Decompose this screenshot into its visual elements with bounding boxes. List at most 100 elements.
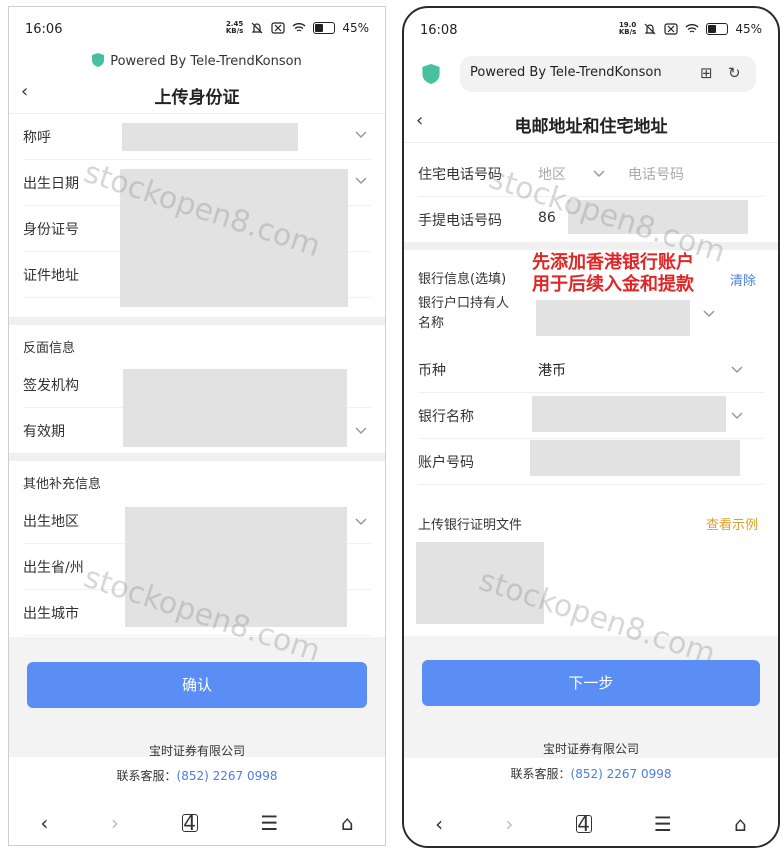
mute-icon: [251, 22, 263, 34]
browser-nav-bar: ‹ › 4 ☰ ⌂: [9, 801, 385, 845]
section-title: 其他补充信息: [23, 477, 102, 492]
menu-icon[interactable]: ☰: [260, 811, 278, 835]
battery-percent: 45%: [735, 22, 762, 36]
home-phone-input[interactable]: 电话号码: [628, 164, 684, 184]
sim-off-icon: [664, 23, 678, 35]
field-label: 签发机构: [23, 378, 79, 394]
left-screen: 16:06 2.45 KB/s 45% Powered By Tele-Trend…: [8, 6, 386, 846]
field-label: 出生城市: [23, 606, 79, 622]
annotation-line: 先添加香港银行账户: [532, 252, 694, 273]
customer-service: 联系客服：(852) 2267 0998: [9, 767, 385, 784]
chevron-down-icon[interactable]: [702, 306, 716, 320]
annotation-line: 用于后续入金和提款: [532, 274, 694, 295]
chevron-down-icon[interactable]: [354, 514, 368, 528]
field-currency[interactable]: 币种 港币: [418, 346, 764, 393]
section-title: 银行信息(选填): [418, 272, 507, 287]
battery-icon: [313, 22, 336, 34]
status-time: 16:06: [25, 22, 63, 37]
field-label: 账户号码: [418, 455, 474, 471]
reload-icon[interactable]: ↻: [728, 64, 741, 82]
bookmark-add-icon[interactable]: ⊞: [700, 64, 713, 82]
tabs-count-icon[interactable]: 4: [575, 814, 592, 834]
mobile-code[interactable]: 86: [538, 210, 556, 226]
field-label: 住宅电话号码: [418, 167, 502, 183]
page-header: ‹ 电邮地址和住宅地址: [404, 102, 778, 143]
page-title: 电邮地址和住宅地址: [514, 117, 668, 137]
nav-forward-icon[interactable]: ›: [111, 811, 119, 835]
browser-nav-bar: ‹ › 4 ☰ ⌂: [404, 802, 778, 846]
chevron-down-icon[interactable]: [592, 166, 606, 180]
upload-preview-redacted[interactable]: [416, 542, 544, 624]
service-phone-link[interactable]: (852) 2267 0998: [177, 769, 278, 783]
field-label: 证件地址: [23, 268, 79, 284]
powered-by-text: Powered By Tele-TrendKonson: [110, 54, 302, 69]
page-header: ‹ 上传身份证: [9, 73, 385, 114]
tabs-count-icon[interactable]: 4: [181, 813, 198, 833]
upload-label: 上传银行证明文件: [418, 518, 523, 533]
chevron-down-icon[interactable]: [354, 423, 368, 437]
shield-icon: [422, 64, 440, 84]
nav-back-icon[interactable]: ‹: [40, 811, 48, 835]
field-label: 银行名称: [418, 409, 474, 425]
nav-back-icon[interactable]: ‹: [435, 812, 443, 836]
currency-value: 港币: [538, 363, 566, 379]
sim-off-icon: [271, 22, 285, 34]
home-icon[interactable]: ⌂: [734, 812, 747, 836]
service-label: 联系客服：: [116, 769, 177, 783]
field-home-phone: 住宅电话号码 地区 电话号码: [418, 150, 764, 197]
account-redacted: [530, 440, 740, 476]
next-button[interactable]: 下一步: [422, 660, 760, 706]
battery-icon: [706, 23, 729, 35]
region-select[interactable]: 地区: [538, 164, 566, 184]
url-text: Powered By Tele-TrendKonson: [470, 65, 662, 80]
field-label: 有效期: [23, 424, 65, 440]
field-label: 手提电话号码: [418, 213, 502, 229]
field-label: 身份证号: [23, 222, 79, 238]
field-label: 出生日期: [23, 176, 79, 192]
holder-value-redacted: [536, 300, 690, 336]
field-label: 币种: [418, 363, 446, 379]
customer-service: 联系客服：(852) 2267 0998: [404, 765, 778, 782]
other-values-redacted: [125, 507, 347, 627]
network-speed: 2.45 KB/s: [225, 20, 244, 35]
field-label: 称呼: [23, 130, 51, 146]
holder-label: 银行户口持有人 名称: [418, 296, 510, 331]
company-name: 宝时证券有限公司: [542, 742, 639, 756]
confirm-button[interactable]: 确认: [27, 662, 367, 708]
clear-link[interactable]: 清除: [730, 270, 756, 289]
section-title: 反面信息: [23, 341, 76, 356]
powered-by-bar: Powered By Tele-TrendKonson: [9, 53, 385, 69]
view-example-link[interactable]: 查看示例: [706, 514, 758, 533]
battery-percent: 45%: [342, 21, 369, 35]
salutation-value-redacted: [122, 123, 298, 151]
service-phone-link[interactable]: (852) 2267 0998: [571, 767, 672, 781]
mute-icon: [644, 23, 656, 35]
chevron-down-icon[interactable]: [354, 173, 368, 187]
field-label: 出生地区: [23, 514, 79, 530]
status-bar: 16:08 19.0 KB/s 45%: [404, 8, 778, 48]
mobile-value-redacted: [568, 200, 748, 234]
annotation-note: 先添加香港银行账户 用于后续入金和提款: [532, 252, 694, 296]
page-title: 上传身份证: [154, 88, 240, 108]
network-speed: 19.0 KB/s: [618, 21, 637, 36]
menu-icon[interactable]: ☰: [654, 812, 672, 836]
url-bar[interactable]: Powered By Tele-TrendKonson ⊞ ↻: [460, 56, 756, 92]
chevron-down-icon[interactable]: [730, 408, 744, 422]
back-values-redacted: [123, 369, 347, 447]
field-label: 出生省/州: [23, 560, 84, 576]
shield-icon: [92, 53, 105, 67]
company-name: 宝时证券有限公司: [148, 744, 245, 758]
status-bar: 16:06 2.45 KB/s 45%: [9, 7, 385, 47]
service-label: 联系客服：: [510, 767, 571, 781]
chevron-down-icon[interactable]: [354, 127, 368, 141]
chevron-down-icon[interactable]: [730, 362, 744, 376]
section-other-info: 其他补充信息: [9, 453, 385, 497]
footer-area: 确认: [9, 637, 385, 757]
status-icons: 2.45 KB/s 45%: [225, 20, 369, 36]
home-icon[interactable]: ⌂: [341, 811, 354, 835]
right-screen: 16:08 19.0 KB/s 45% Powered By Tele-Trend…: [402, 6, 780, 848]
status-time: 16:08: [420, 23, 458, 38]
nav-forward-icon[interactable]: ›: [505, 812, 513, 836]
wifi-icon: [685, 24, 699, 33]
bank-name-redacted: [532, 396, 726, 432]
